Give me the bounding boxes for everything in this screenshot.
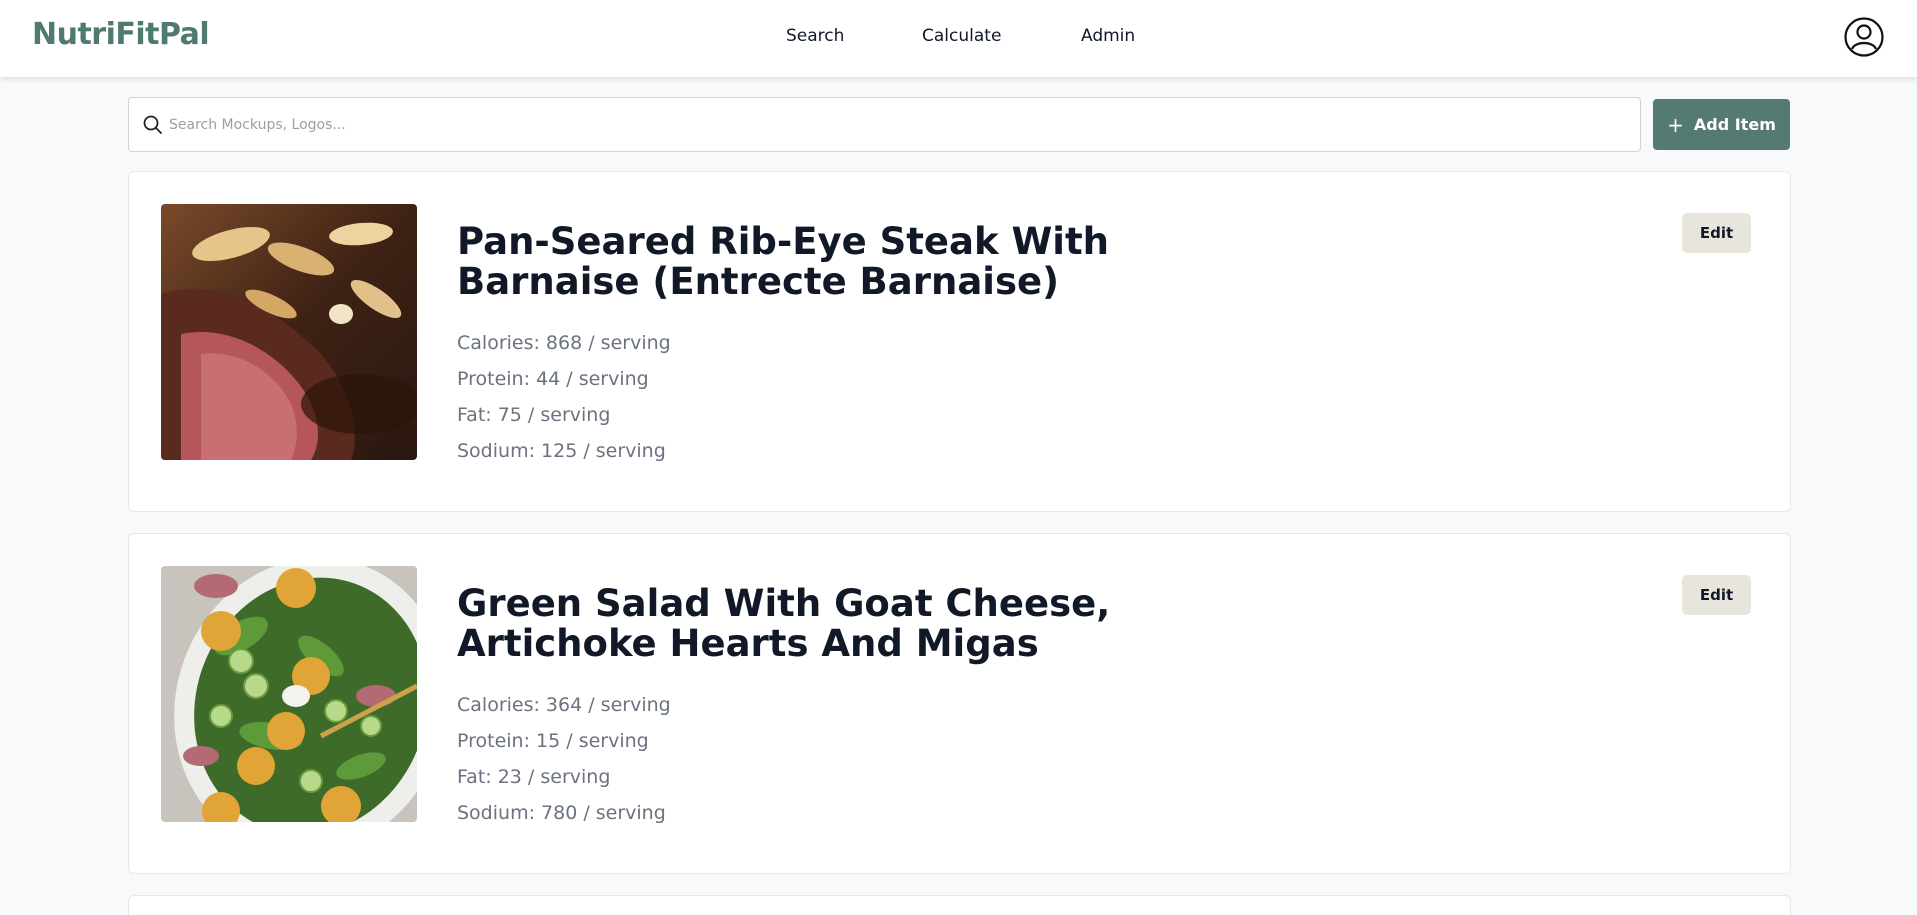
add-item-button[interactable]: + Add Item [1653,99,1790,150]
nav-search[interactable]: Search [786,26,844,46]
user-circle-icon[interactable] [1843,16,1885,58]
item-title: Green Salad With Goat Cheese, Artichoke … [457,582,1111,665]
search-input[interactable] [169,98,1629,151]
calories-value: Calories: 364 / serving [457,694,671,716]
brand-logo[interactable]: NutriFitPal [32,17,210,52]
search-bar [128,97,1641,152]
food-image-salad [161,566,417,822]
nav-calculate[interactable]: Calculate [922,26,1001,46]
protein-value: Protein: 15 / serving [457,730,649,752]
nav-admin[interactable]: Admin [1081,26,1135,46]
add-item-label: Add Item [1693,115,1776,134]
sodium-value: Sodium: 780 / serving [457,802,666,824]
food-image-steak [161,204,417,460]
plus-icon: + [1667,112,1684,137]
protein-value: Protein: 44 / serving [457,368,649,390]
sodium-value: Sodium: 125 / serving [457,440,666,462]
top-navbar: NutriFitPal Search Calculate Admin [0,0,1917,77]
item-title: Pan-Seared Rib-Eye Steak With Barnaise (… [457,220,1109,303]
fat-value: Fat: 75 / serving [457,404,611,426]
food-item-card: Pan-Seared Rib-Eye Steak With Barnaise (… [128,171,1791,512]
edit-button[interactable]: Edit [1682,213,1751,253]
calories-value: Calories: 868 / serving [457,332,671,354]
edit-button[interactable]: Edit [1682,575,1751,615]
nutrition-facts: Calories: 364 / serving Protein: 15 / se… [457,687,671,831]
food-item-card: Green Salad With Goat Cheese, Artichoke … [128,533,1791,874]
food-item-card [128,895,1791,915]
search-icon [141,113,165,137]
nutrition-facts: Calories: 868 / serving Protein: 44 / se… [457,325,671,469]
fat-value: Fat: 23 / serving [457,766,611,788]
